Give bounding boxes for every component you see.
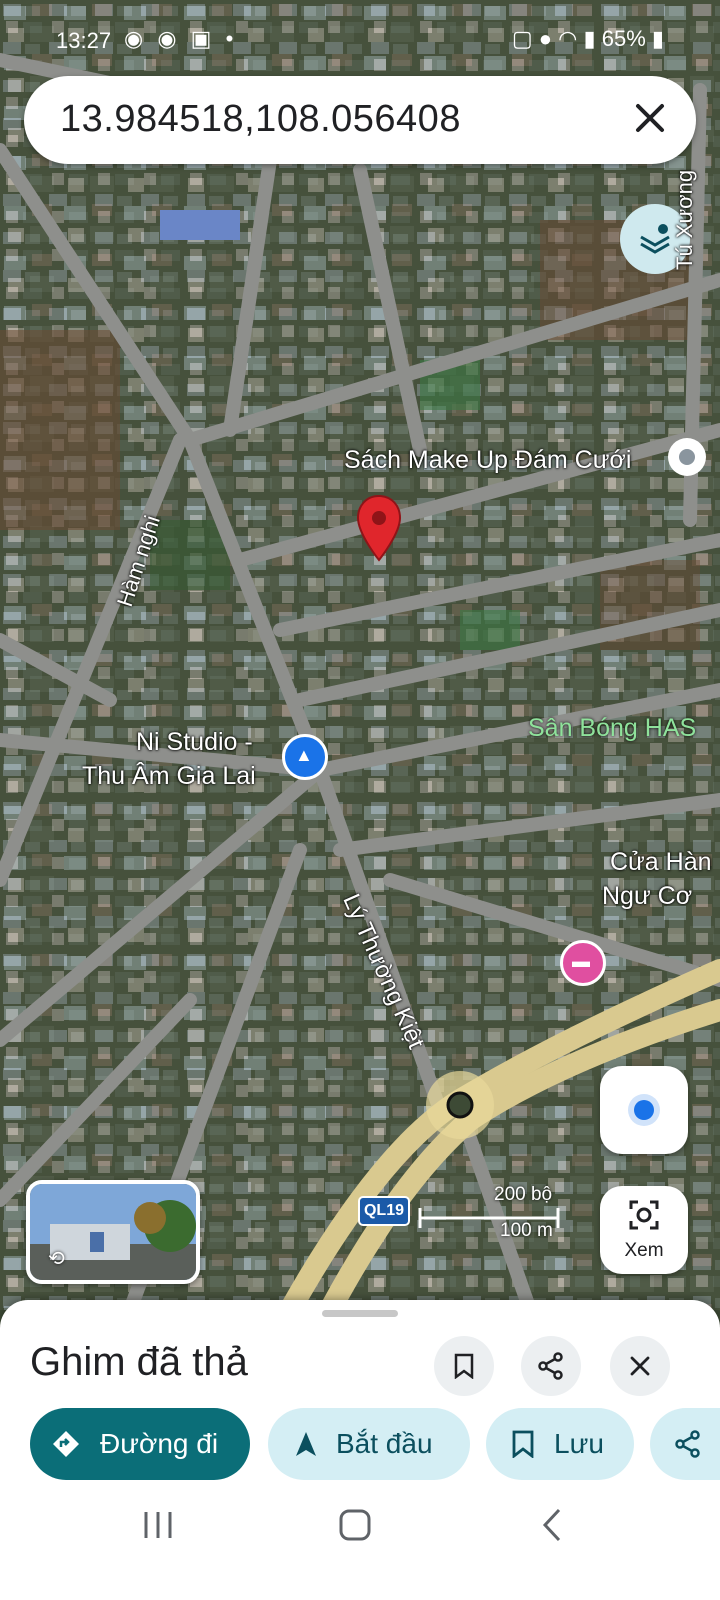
layers-icon	[640, 224, 670, 254]
place-marker[interactable]	[668, 438, 706, 476]
bookmark-icon	[512, 1430, 534, 1458]
close-icon[interactable]	[630, 98, 670, 138]
shopping-bag-icon: ▲	[295, 745, 313, 765]
place-label-cua-han-2[interactable]: Ngư Cơ	[602, 882, 692, 911]
save-icon-button[interactable]	[434, 1336, 494, 1396]
hotel-marker[interactable]: ▬	[560, 940, 606, 986]
start-label: Bắt đầu	[336, 1428, 433, 1459]
close-icon	[630, 1356, 650, 1376]
bed-icon: ▬	[572, 951, 590, 971]
data-saver-icon: ▢	[511, 26, 533, 51]
wifi-icon: ◠	[558, 26, 578, 51]
map-view[interactable]: 13:27 ◉ ◉ ▣ • ▢ ● ◠ ▮ 65% ▮ 13.984518,10…	[0, 0, 720, 1310]
messenger-icon: ◉	[124, 26, 148, 51]
messenger-icon: ◉	[157, 26, 181, 51]
bookmark-icon	[454, 1353, 474, 1379]
signal-icon: ▮	[583, 26, 596, 51]
navigation-arrow-icon	[296, 1432, 316, 1456]
status-bar: 13:27 ◉ ◉ ▣ • ▢ ● ◠ ▮ 65% ▮	[0, 0, 720, 72]
street-view-thumbnail[interactable]: ⟲	[26, 1180, 200, 1284]
share-icon-button[interactable]	[521, 1336, 581, 1396]
camera-icon	[629, 1200, 659, 1230]
sheet-title: Ghim đã thả	[30, 1340, 248, 1384]
share-icon	[675, 1430, 700, 1458]
place-label-ni-studio-2[interactable]: Thu Âm Gia Lai	[82, 762, 256, 791]
place-dot-icon	[679, 449, 695, 465]
place-label-san-bong[interactable]: Sân Bóng HAS	[528, 714, 696, 743]
status-time: 13:27	[56, 28, 112, 53]
shop-icon: ▣	[190, 26, 216, 51]
search-bar[interactable]: 13.984518,108.056408	[24, 76, 696, 164]
battery-percent: 65%	[601, 26, 646, 51]
place-label-make-up[interactable]: Sách Make Up Đám Cưới	[344, 446, 631, 475]
recent-apps-icon[interactable]	[142, 1510, 174, 1540]
lens-view-button[interactable]: Xem	[600, 1186, 688, 1274]
dropped-pin-icon[interactable]	[354, 494, 404, 564]
home-icon[interactable]	[338, 1508, 372, 1542]
drag-handle[interactable]	[322, 1310, 398, 1317]
rotate-360-icon: ⟲	[48, 1248, 65, 1270]
scale-metric: 100 m	[500, 1220, 553, 1241]
share-icon	[538, 1352, 563, 1380]
close-sheet-button[interactable]	[610, 1336, 670, 1396]
scale-imperial: 200 bộ	[494, 1184, 553, 1205]
directions-chip[interactable]: Đường đi	[30, 1408, 250, 1480]
location-icon: ●	[538, 26, 553, 51]
highway-badge: QL19	[358, 1196, 410, 1226]
directions-label: Đường đi	[100, 1428, 219, 1459]
my-location-icon	[634, 1100, 654, 1120]
dot-icon: •	[225, 26, 238, 51]
place-label-cua-han-1[interactable]: Cửa Hàn	[610, 848, 712, 877]
save-label: Lưu	[554, 1428, 604, 1459]
lens-view-label: Xem	[624, 1240, 664, 1261]
search-query[interactable]: 13.984518,108.056408	[60, 98, 461, 141]
place-label-ni-studio-1[interactable]: Ni Studio -	[136, 728, 253, 757]
my-location-button[interactable]	[600, 1066, 688, 1154]
back-icon[interactable]	[542, 1508, 562, 1542]
system-nav-bar	[0, 1490, 720, 1600]
start-chip[interactable]: Bắt đầu	[268, 1408, 470, 1480]
road-label-tu-xuong: Tú Xương	[672, 169, 697, 270]
notification-icons: ◉ ◉ ▣ •	[124, 26, 237, 52]
directions-icon	[53, 1431, 79, 1457]
battery-icon: ▮	[651, 26, 664, 51]
status-right: ▢ ● ◠ ▮ 65% ▮	[512, 26, 664, 52]
save-chip[interactable]: Lưu	[486, 1408, 634, 1480]
share-chip[interactable]	[650, 1408, 720, 1480]
shopping-marker[interactable]: ▲	[282, 734, 328, 780]
